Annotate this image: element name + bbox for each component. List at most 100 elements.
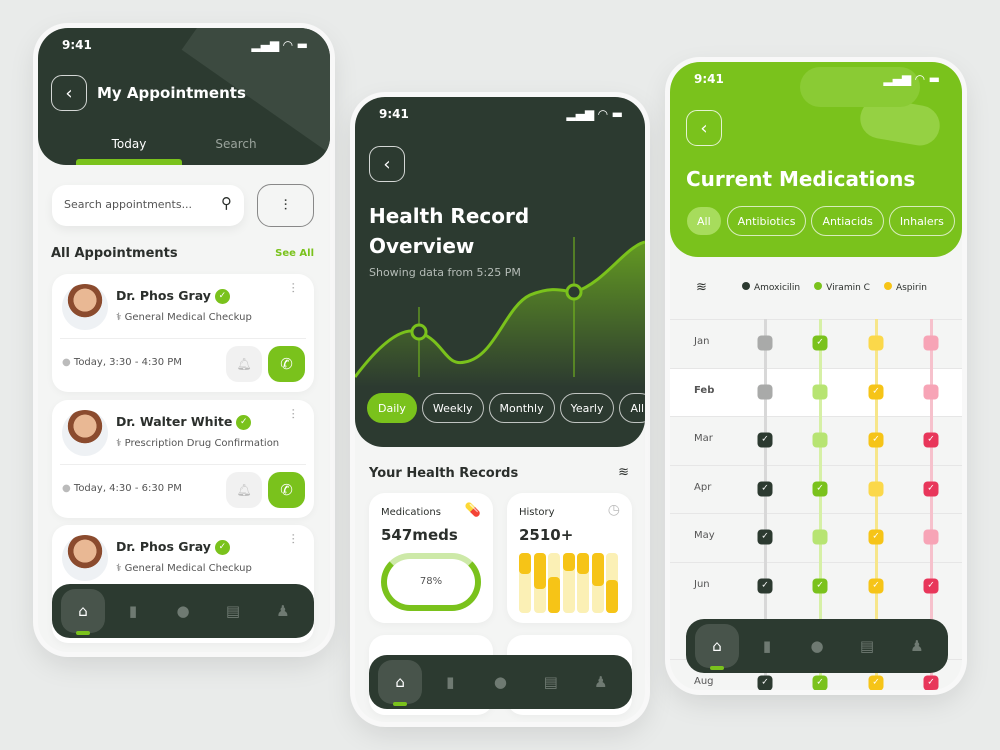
profile-icon[interactable]: ♟ — [579, 660, 623, 704]
filter-all[interactable]: All — [686, 206, 722, 236]
filter-antibiotics[interactable]: Antibiotics — [726, 206, 807, 236]
more-icon[interactable]: ··· — [286, 533, 300, 544]
home-icon[interactable]: ⌂ — [61, 589, 105, 635]
dose-checkbox[interactable] — [923, 384, 939, 399]
dose-checkbox[interactable]: ✓ — [757, 529, 773, 545]
document-icon[interactable]: ▤ — [529, 660, 573, 704]
period-yearly[interactable]: Yearly — [559, 393, 615, 423]
chart-icon[interactable]: ▮ — [745, 624, 789, 668]
dose-checkbox[interactable] — [812, 384, 828, 399]
profile-icon[interactable]: ♟ — [895, 624, 939, 668]
filter-button[interactable]: ⫶ — [257, 184, 314, 227]
reminder-button[interactable]: 🔔︎ — [226, 346, 262, 382]
section-title: All Appointments — [51, 246, 178, 261]
dose-checkbox[interactable]: ✓ — [812, 578, 828, 593]
history-card[interactable]: History ◷ 2510+ — [507, 493, 632, 623]
dose-checkbox[interactable] — [868, 335, 884, 351]
dose-checkbox[interactable]: ✓ — [868, 432, 884, 448]
month-label: Jan — [694, 336, 710, 347]
history-bar — [519, 553, 531, 574]
search-icon[interactable]: ⚲ — [221, 194, 232, 212]
dose-checkbox[interactable]: ✓ — [868, 578, 884, 593]
dose-checkbox[interactable] — [812, 529, 828, 545]
trend-area — [355, 242, 645, 387]
history-value: 2510+ — [519, 526, 574, 544]
health-trend-chart — [355, 237, 645, 387]
stethoscope-icon: ⚕ — [116, 563, 125, 574]
signal-wifi-battery-icon: ▂▄▆ ◠ ▬ — [883, 72, 940, 86]
medications-card[interactable]: Medications 💊 547meds 78% — [369, 493, 493, 623]
dose-checkbox[interactable]: ✓ — [757, 432, 773, 448]
dose-checkbox[interactable] — [757, 384, 773, 399]
chart-icon[interactable]: ▮ — [111, 589, 155, 633]
see-all-link[interactable]: See All — [275, 248, 314, 259]
history-bar-track — [591, 553, 604, 613]
month-label: Feb — [694, 384, 715, 396]
back-button[interactable]: ‹ — [51, 75, 87, 111]
verified-icon: ✓ — [214, 540, 230, 555]
doctor-name: Dr. Walter White — [116, 414, 233, 429]
month-label: May — [694, 530, 715, 541]
dose-checkbox[interactable]: ✓ — [923, 675, 939, 690]
legend-item: Amoxicilin — [742, 282, 800, 293]
call-button[interactable]: ✆ — [268, 346, 305, 382]
more-icon[interactable]: ··· — [286, 408, 300, 419]
period-all[interactable]: All — [619, 393, 645, 423]
dose-checkbox[interactable]: ✓ — [812, 481, 828, 496]
period-daily[interactable]: Daily — [367, 393, 417, 423]
more-icon[interactable]: ··· — [286, 282, 300, 293]
document-icon[interactable]: ▤ — [211, 589, 255, 633]
history-bar — [533, 553, 546, 589]
home-icon[interactable]: ⌂ — [695, 624, 739, 670]
dose-checkbox[interactable] — [868, 481, 884, 496]
filter-inhalers[interactable]: Inhalers — [888, 206, 955, 236]
document-icon[interactable]: ▤ — [845, 624, 889, 668]
month-label: Apr — [694, 481, 712, 493]
appointment-type: General Medical Checkup — [124, 563, 252, 574]
dose-checkbox[interactable]: ✓ — [923, 481, 939, 496]
dose-checkbox[interactable]: ✓ — [868, 529, 884, 545]
dose-checkbox[interactable]: ✓ — [868, 675, 884, 690]
broadcast-icon[interactable]: ≋ — [696, 280, 707, 295]
dose-checkbox[interactable]: ✓ — [868, 384, 884, 399]
health-header: 9:41 ▂▄▆ ◠ ▬ ‹ Health Record Overview Show… — [355, 97, 645, 447]
filter-antiacids[interactable]: Antiacids — [811, 206, 884, 236]
tab-today[interactable]: Today — [76, 137, 182, 151]
dose-checkbox[interactable]: ✓ — [757, 578, 773, 593]
legend-item: Aspirin — [883, 282, 927, 293]
chat-icon[interactable]: ● — [795, 624, 839, 668]
period-weekly[interactable]: Weekly — [421, 393, 484, 423]
appointment-card[interactable]: Dr. Phos Gray ✓ ··· ⚕ General Medical Che… — [52, 274, 314, 392]
tab-search[interactable]: Search — [183, 137, 289, 151]
search-input[interactable]: Search appointments... ⚲ — [52, 185, 244, 226]
dose-checkbox[interactable] — [923, 529, 939, 545]
dose-checkbox[interactable]: ✓ — [757, 481, 773, 496]
period-monthly[interactable]: Monthly — [488, 393, 555, 423]
reminder-button[interactable]: 🔔︎ — [226, 472, 262, 508]
dose-checkbox[interactable] — [757, 335, 773, 351]
dose-checkbox[interactable]: ✓ — [812, 335, 828, 351]
dose-checkbox[interactable]: ✓ — [757, 675, 773, 690]
history-bars — [519, 553, 621, 613]
profile-icon[interactable]: ♟ — [261, 589, 305, 633]
verified-icon: ✓ — [236, 415, 252, 430]
chat-icon[interactable]: ● — [161, 589, 205, 633]
home-icon[interactable]: ⌂ — [378, 660, 423, 706]
call-button[interactable]: ✆ — [268, 472, 305, 508]
page-title: Current Medications — [686, 167, 916, 191]
health-record-screen: 9:41 ▂▄▆ ◠ ▬ ‹ Health Record Overview Show… — [355, 97, 645, 722]
dose-checkbox[interactable] — [923, 335, 939, 351]
broadcast-icon[interactable]: ≋ — [618, 465, 629, 480]
back-button[interactable]: ‹ — [369, 146, 405, 182]
data-point-1 — [410, 323, 428, 341]
dose-checkbox[interactable] — [812, 432, 828, 448]
chat-icon[interactable]: ● — [478, 660, 522, 704]
chart-icon[interactable]: ▮ — [428, 660, 472, 704]
dose-checkbox[interactable]: ✓ — [923, 432, 939, 448]
dose-checkbox[interactable]: ✓ — [812, 675, 828, 690]
back-button[interactable]: ‹ — [686, 110, 722, 146]
data-point-2 — [565, 283, 583, 301]
dose-checkbox[interactable]: ✓ — [923, 578, 939, 593]
month-label: Jun — [694, 578, 710, 590]
appointment-card[interactable]: Dr. Walter White ✓ ··· ⚕ Prescription Dru… — [52, 400, 314, 518]
